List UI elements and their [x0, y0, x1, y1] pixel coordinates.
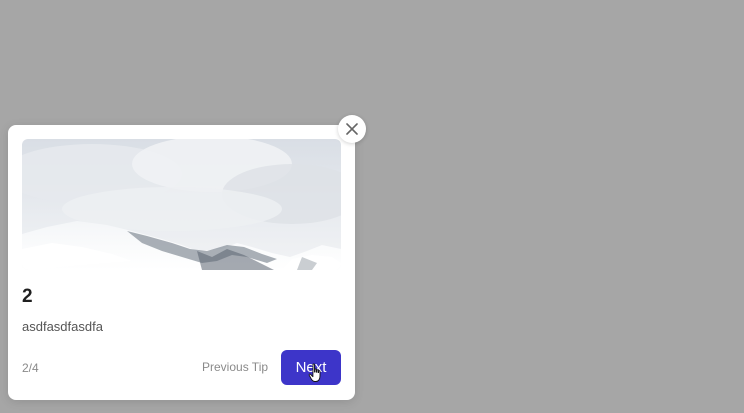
tip-description: asdfasdfasdfa	[22, 319, 103, 334]
tip-title: 2	[22, 286, 33, 307]
tip-image	[22, 139, 341, 270]
next-button[interactable]: Next	[281, 350, 341, 385]
mountain-landscape-image	[22, 139, 341, 270]
tip-step-counter: 2/4	[22, 361, 39, 375]
close-icon	[346, 123, 358, 135]
tip-popover: 2 asdfasdfasdfa 2/4 Previous Tip Next	[8, 125, 355, 400]
close-button[interactable]	[338, 115, 366, 143]
previous-tip-button[interactable]: Previous Tip	[202, 360, 268, 374]
